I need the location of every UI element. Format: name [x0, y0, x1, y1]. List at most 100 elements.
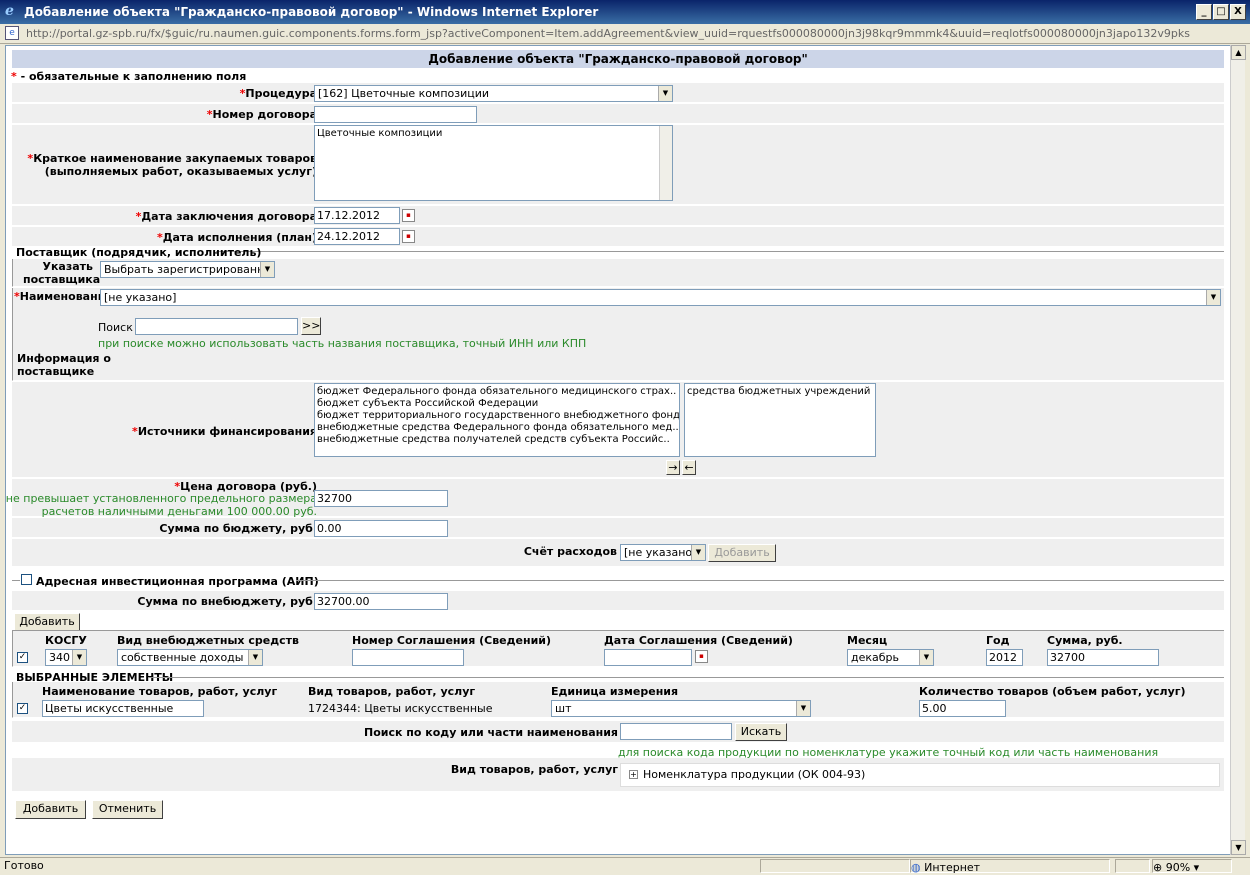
minimize-button[interactable]: _	[1196, 4, 1212, 20]
agreement-number-input[interactable]	[352, 649, 464, 666]
code-search-label: Поиск по коду или части наименования	[364, 726, 618, 739]
supplier-search-button[interactable]: >>	[301, 317, 321, 335]
budget-sum-input[interactable]: 0.00	[314, 520, 448, 537]
divider	[12, 580, 20, 581]
specify-supplier-select[interactable]: Выбрать зарегистрированного ▼	[100, 261, 275, 278]
account-add-button[interactable]: Добавить	[708, 544, 776, 562]
status-zone: ◍ Интернет	[910, 859, 1110, 874]
funds-kind-select[interactable]: собственные доходы ▼	[117, 649, 263, 666]
finance-available-list[interactable]: бюджет Федерального фонда обязательного …	[314, 383, 680, 457]
address-url[interactable]: http://portal.gz-spb.ru/fx/$guic/ru.naum…	[26, 27, 1190, 40]
contract-number-input[interactable]	[314, 106, 477, 123]
grid-header-year: Год	[986, 634, 1010, 647]
supplier-info-label: Информация о поставщике	[17, 352, 111, 378]
cancel-button[interactable]: Отменить	[92, 800, 163, 819]
grid-row-checkbox[interactable]: ✓	[17, 652, 28, 663]
globe-icon: ◍	[911, 861, 921, 874]
supplier-legend: Поставщик (подрядчик, исполнитель)	[16, 246, 262, 259]
price-note: не превышает установленного предельного …	[5, 492, 317, 518]
calendar-icon[interactable]: ▪	[402, 209, 415, 222]
code-search-input[interactable]	[620, 723, 732, 740]
page-scrollbar[interactable]: ▲ ▼	[1230, 45, 1246, 855]
supplier-info-row: Информация о поставщике	[12, 349, 1224, 381]
month-select[interactable]: декабрь ▼	[847, 649, 934, 666]
finance-selected-list[interactable]: средства бюджетных учреждений	[684, 383, 876, 457]
required-note: * - обязательные к заполнению поля	[11, 70, 247, 83]
date-exec-label: *Дата исполнения (план)	[156, 231, 317, 244]
short-name-row: *Краткое наименование закупаемых товаров…	[12, 125, 1224, 205]
supplier-specify-row: Указать поставщика Выбрать зарегистрирова…	[12, 259, 1224, 287]
procedure-select[interactable]: [162] Цветочные композиции ▼	[314, 85, 673, 102]
extra-sum-input[interactable]: 32700.00	[314, 593, 448, 610]
finance-remove-button[interactable]: ←	[682, 460, 696, 475]
date-concluded-input[interactable]: 17.12.2012	[314, 207, 400, 224]
chevron-down-icon: ▼	[658, 86, 672, 101]
supplier-name-select[interactable]: [не указано] ▼	[100, 289, 1221, 306]
list-option[interactable]: бюджет территориального государственного…	[317, 410, 679, 422]
tree-expand-icon[interactable]: +	[629, 770, 638, 779]
items-header-name: Наименование товаров, работ, услуг	[42, 685, 278, 698]
finance-add-button[interactable]: →	[666, 460, 680, 475]
submit-add-button[interactable]: Добавить	[15, 800, 86, 819]
list-option[interactable]: внебюджетные средства Федерального фонда…	[317, 422, 679, 434]
zoom-icon: ⊕	[1153, 861, 1163, 874]
list-option[interactable]: средства бюджетных учреждений	[687, 386, 873, 398]
extra-sum-label: Сумма по внебюджету, руб.	[137, 595, 317, 608]
list-option[interactable]: бюджет Федерального фонда обязательного …	[317, 386, 677, 398]
account-select[interactable]: [не указано] ▼	[620, 544, 706, 561]
item-name-input[interactable]: Цветы искусственные	[42, 700, 204, 717]
procedure-row: *Процедура [162] Цветочные композиции ▼	[12, 83, 1224, 103]
grid-add-button[interactable]: Добавить	[14, 613, 80, 631]
contract-number-row: *Номер договора	[12, 104, 1224, 124]
item-unit-select[interactable]: шт ▼	[551, 700, 811, 717]
divider	[216, 251, 1224, 252]
page-content: Добавление объекта "Гражданско-правовой …	[5, 45, 1239, 855]
price-input[interactable]: 32700	[314, 490, 448, 507]
finance-label: *Источники финансирования	[132, 425, 317, 438]
aip-label: Адресная инвестиционная программа (АИП)	[36, 575, 319, 588]
short-name-label: *Краткое наименование закупаемых товаров…	[27, 152, 317, 178]
chevron-down-icon: ▼	[248, 650, 262, 665]
items-header-qty: Количество товаров (объем работ, услуг)	[919, 685, 1186, 698]
grid-header-kind: Вид внебюджетных средств	[117, 634, 299, 647]
specify-supplier-label: Указать поставщика	[23, 260, 101, 286]
tree-item[interactable]: Номенклатура продукции (ОК 004-93)	[643, 768, 865, 781]
chevron-down-icon: ▼	[72, 650, 86, 665]
date-exec-input[interactable]: 24.12.2012	[314, 228, 400, 245]
item-qty-input[interactable]: 5.00	[919, 700, 1006, 717]
funds-grid: КОСГУ Вид внебюджетных средств Номер Сог…	[12, 631, 1224, 667]
maximize-button[interactable]: □	[1213, 4, 1229, 20]
supplier-name-label: *Наименование	[14, 290, 113, 303]
textarea-scrollbar[interactable]	[659, 126, 672, 200]
kosgu-select[interactable]: 340 ▼	[45, 649, 87, 666]
kind-tree: + Номенклатура продукции (ОК 004-93)	[620, 763, 1220, 787]
calendar-icon[interactable]: ▪	[402, 230, 415, 243]
zoom-control[interactable]: ⊕ 90% ▾	[1152, 859, 1232, 874]
year-input[interactable]: 2012	[986, 649, 1023, 666]
items-header-kind: Вид товаров, работ, услуг	[308, 685, 476, 698]
list-option[interactable]: внебюджетные средства получателей средст…	[317, 434, 677, 446]
address-bar[interactable]: e http://portal.gz-spb.ru/fx/$guic/ru.na…	[0, 24, 1250, 44]
scroll-down-icon[interactable]: ▼	[1231, 840, 1246, 855]
agreement-date-input[interactable]	[604, 649, 692, 666]
finance-row: *Источники финансирования бюджет Федерал…	[12, 382, 1224, 478]
date-exec-row: *Дата исполнения (план) 24.12.2012 ▪	[12, 227, 1224, 247]
scroll-up-icon[interactable]: ▲	[1231, 45, 1246, 60]
chevron-down-icon: ▼	[796, 701, 810, 716]
grid-header-sum: Сумма, руб.	[1047, 634, 1123, 647]
supplier-search-input[interactable]	[135, 318, 298, 335]
list-option[interactable]: бюджет субъекта Российской Федерации	[317, 398, 677, 410]
supplier-name-row: *Наименование [не указано] ▼ Поиск >> при…	[12, 288, 1224, 352]
protected-mode-icon[interactable]	[1115, 859, 1150, 873]
close-button[interactable]: X	[1230, 4, 1246, 20]
status-bar: Готово ◍ Интернет ⊕ 90% ▾	[0, 857, 1250, 874]
calendar-icon[interactable]: ▪	[695, 650, 708, 663]
page-title: Добавление объекта "Гражданско-правовой …	[12, 50, 1224, 68]
divider	[148, 677, 1224, 678]
sum-input[interactable]: 32700	[1047, 649, 1159, 666]
contract-number-label: *Номер договора	[206, 108, 317, 121]
item-row-checkbox[interactable]: ✓	[17, 703, 28, 714]
aip-checkbox[interactable]	[21, 574, 32, 585]
short-name-textarea[interactable]: Цветочные композиции	[314, 125, 673, 201]
code-search-button[interactable]: Искать	[735, 723, 787, 741]
